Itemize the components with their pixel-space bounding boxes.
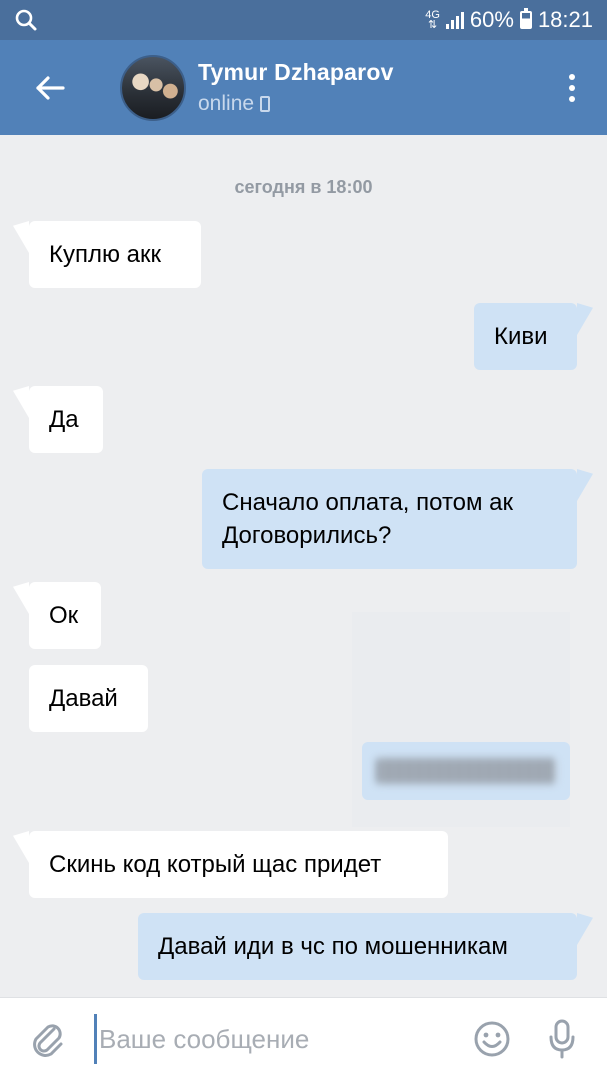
clock: 18:21 bbox=[537, 7, 593, 32]
search-icon bbox=[15, 9, 37, 31]
contact-info[interactable]: Tymur Dzhaparov online bbox=[198, 59, 394, 116]
message-incoming[interactable]: Да bbox=[29, 386, 103, 453]
message-input[interactable]: Ваше сообщение bbox=[94, 1014, 467, 1064]
avatar[interactable] bbox=[120, 54, 186, 121]
network-type: 4G ⇅ bbox=[425, 9, 440, 31]
contact-status: online bbox=[198, 92, 394, 116]
message-text: Куплю акк bbox=[49, 241, 161, 268]
back-arrow-icon bbox=[36, 75, 65, 100]
status-bar: 4G ⇅ 60% 18:21 bbox=[0, 0, 607, 40]
message-outgoing[interactable]: Давай иди в чс по мошенникам bbox=[138, 913, 577, 980]
message-incoming[interactable]: Ок bbox=[29, 582, 101, 649]
message-text: Давай bbox=[49, 685, 118, 712]
message-text: Да bbox=[49, 406, 79, 433]
contact-name: Tymur Dzhaparov bbox=[198, 59, 394, 85]
message-text: Сначало оплата, потом ак Договорились? bbox=[222, 489, 514, 549]
message-text: Давай иди в чс по мошенникам bbox=[158, 933, 508, 960]
redacted-bubble bbox=[362, 742, 570, 800]
message-input-placeholder: Ваше сообщение bbox=[99, 1023, 310, 1054]
chat-header: Tymur Dzhaparov online bbox=[0, 40, 607, 135]
battery-icon bbox=[519, 8, 532, 29]
menu-button[interactable] bbox=[557, 58, 587, 118]
message-outgoing[interactable]: Киви bbox=[474, 303, 577, 370]
message-text: Скинь код котрый щас придет bbox=[49, 851, 382, 878]
attach-button[interactable] bbox=[22, 1014, 72, 1064]
attach-icon bbox=[33, 1024, 63, 1057]
message-incoming[interactable]: Давай bbox=[29, 665, 148, 732]
message-incoming[interactable]: Скинь код котрый щас придет bbox=[29, 831, 448, 898]
menu-icon bbox=[569, 73, 575, 80]
message-outgoing[interactable]: Сначало оплата, потом ак Договорились? bbox=[202, 469, 577, 569]
battery-percent: 60% bbox=[469, 7, 514, 32]
voice-button[interactable] bbox=[537, 1014, 587, 1064]
date-separator: сегодня в 18:00 bbox=[234, 177, 373, 197]
redacted-text bbox=[376, 758, 556, 784]
message-incoming[interactable]: Куплю акк bbox=[29, 221, 201, 288]
emoji-icon bbox=[474, 1021, 510, 1057]
message-text: Ок bbox=[49, 602, 79, 629]
signal-icon bbox=[445, 11, 464, 29]
message-composer: Ваше сообщение bbox=[0, 997, 607, 1080]
redacted-message bbox=[352, 612, 570, 827]
status-indicators: 4G ⇅ 60% 18:21 bbox=[425, 7, 593, 33]
online-status: online bbox=[198, 92, 255, 115]
phone-icon bbox=[260, 96, 271, 112]
message-list: сегодня в 18:00 Куплю акк Киви Да Сначал… bbox=[0, 135, 607, 997]
mic-icon bbox=[549, 1019, 575, 1059]
message-text: Киви bbox=[494, 323, 548, 350]
emoji-button[interactable] bbox=[467, 1014, 517, 1064]
back-button[interactable] bbox=[20, 58, 80, 118]
